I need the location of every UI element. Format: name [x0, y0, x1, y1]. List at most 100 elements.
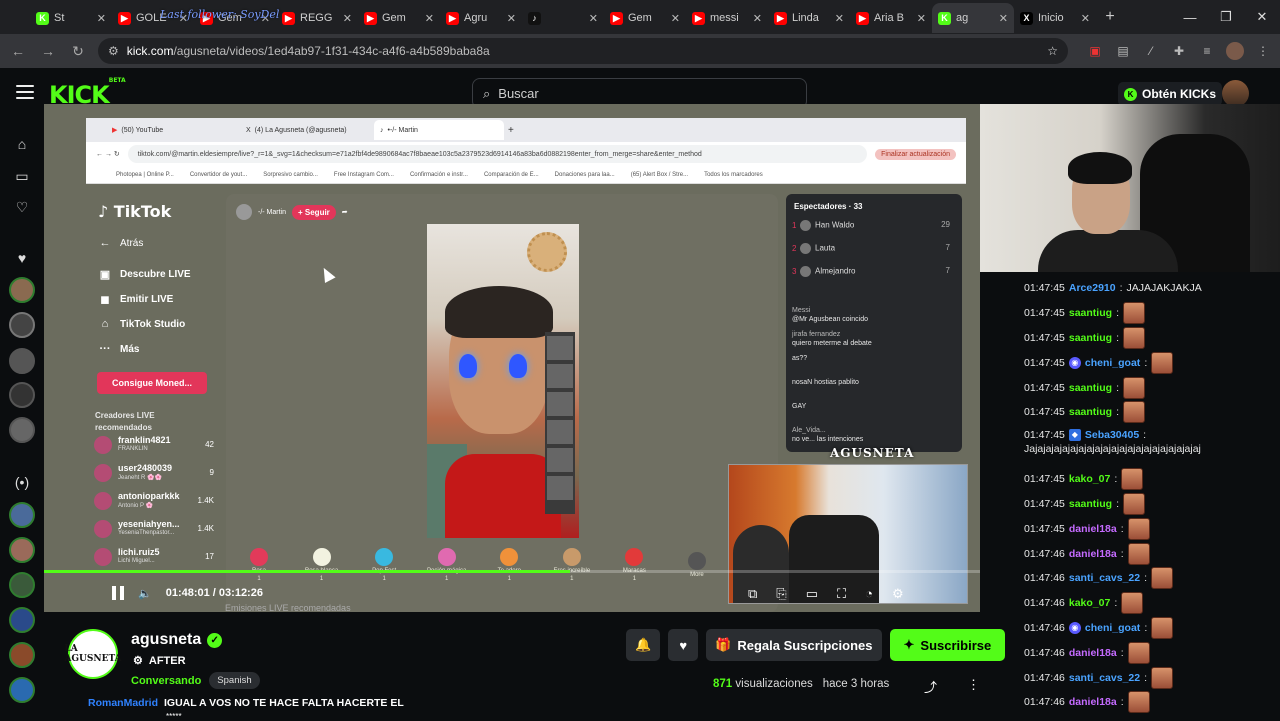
tab-close-icon[interactable]: ✕: [753, 12, 762, 25]
chat-username[interactable]: Seba30405: [1085, 428, 1139, 442]
video-progress-bar[interactable]: [44, 570, 980, 573]
recommended-channel-avatar[interactable]: [9, 537, 35, 563]
back-icon[interactable]: ←: [8, 43, 28, 59]
followed-channel-avatar[interactable]: [9, 312, 35, 338]
chat-username[interactable]: kako_07: [1069, 596, 1110, 610]
browser-tab[interactable]: X Inicio ✕: [1014, 3, 1096, 33]
followed-channel-avatar[interactable]: [9, 417, 35, 443]
close-window-icon[interactable]: ✕: [1244, 0, 1280, 34]
following-heart-icon[interactable]: ♡: [10, 195, 34, 219]
video-player[interactable]: ▶ (50) YouTube X (4) La Agusneta (@agusnet…: [44, 104, 980, 612]
browser-tab[interactable]: ▶ Linda ✕: [768, 3, 850, 33]
chat-username[interactable]: saantiug: [1069, 405, 1112, 419]
share-icon[interactable]: ⤴: [924, 677, 937, 696]
recommended-channel-avatar[interactable]: [9, 677, 35, 703]
address-bar[interactable]: ⚙ kick.com/agusneta/videos/1ed4ab97-1f31…: [98, 38, 1068, 64]
live-broadcast-icon: (•): [14, 474, 30, 490]
tab-close-icon[interactable]: ✕: [97, 12, 106, 25]
browser-tab[interactable]: ♪ ✕: [522, 3, 604, 33]
clip-icon[interactable]: ⎘: [776, 586, 786, 602]
browser-tab[interactable]: ▶ Gem ✕: [604, 3, 686, 33]
browser-tab[interactable]: ▶ messi ✕: [686, 3, 768, 33]
chat-username[interactable]: saantiug: [1069, 381, 1112, 395]
chat-emote: [1151, 616, 1174, 639]
chat-username[interactable]: kako_07: [1069, 472, 1110, 486]
chat-username[interactable]: saantiug: [1069, 497, 1112, 511]
category-link[interactable]: Conversando: [131, 675, 201, 687]
restore-icon[interactable]: ❐: [1208, 0, 1244, 34]
back-arrow-icon: ←: [99, 237, 111, 249]
browser-tab[interactable]: Kag ✕: [932, 3, 1014, 33]
chat-username[interactable]: santi_cavs_22: [1069, 571, 1140, 585]
theater-mode-icon[interactable]: ▭: [806, 586, 818, 602]
chat-username[interactable]: saantiug: [1069, 306, 1112, 320]
browser-tab[interactable]: ▶ REGG ✕: [276, 3, 358, 33]
chat-username[interactable]: daniel18a: [1069, 646, 1117, 660]
followed-channel-avatar[interactable]: [9, 348, 35, 374]
speed-icon[interactable]: ◔: [865, 586, 873, 602]
chat-username[interactable]: cheni_goat: [1085, 356, 1140, 370]
browser-tab[interactable]: ▶ Agru ✕: [440, 3, 522, 33]
user-avatar[interactable]: [1222, 80, 1249, 107]
media-control-icon[interactable]: ≡: [1198, 42, 1216, 60]
recommended-channel-avatar[interactable]: [9, 642, 35, 668]
creator-name: user2480039: [118, 463, 173, 473]
recommended-channel-avatar[interactable]: [9, 502, 35, 528]
tab-close-icon[interactable]: ✕: [507, 12, 516, 25]
follow-heart-button[interactable]: ♥: [668, 629, 699, 661]
forward-icon[interactable]: →: [38, 43, 58, 59]
reload-icon[interactable]: ↻: [68, 43, 88, 60]
tab-close-icon[interactable]: ✕: [671, 12, 680, 25]
channel-avatar[interactable]: LA AGUSNETA: [64, 629, 122, 679]
chat-username[interactable]: daniel18a: [1069, 522, 1117, 536]
recommended-channel-avatar[interactable]: [9, 607, 35, 633]
browser-tab[interactable]: ▶ Aria B ✕: [850, 3, 932, 33]
home-icon[interactable]: ⌂: [10, 132, 34, 156]
extension-icon[interactable]: ▤: [1114, 42, 1132, 60]
tab-close-icon[interactable]: ✕: [1081, 12, 1090, 25]
chat-username[interactable]: cheni_goat: [1085, 621, 1140, 635]
notification-bell-button[interactable]: 🔔: [626, 629, 661, 661]
chat-username[interactable]: Arce2910: [1069, 281, 1116, 295]
creator-viewers: 42: [205, 440, 214, 449]
minimize-icon[interactable]: —: [1172, 0, 1208, 34]
extension-icon[interactable]: ⁄: [1142, 42, 1160, 60]
chat-username[interactable]: daniel18a: [1069, 547, 1117, 561]
tab-label: Gem: [382, 12, 406, 24]
gift-subs-button[interactable]: 🎁 Regala Suscripciones: [706, 629, 882, 661]
get-kicks-button[interactable]: K Obtén KICKs: [1118, 82, 1223, 106]
tab-close-icon[interactable]: ✕: [917, 12, 926, 25]
stream-overlay-text: Last follower: SoyDel: [160, 8, 280, 21]
fullscreen-icon[interactable]: ⛶: [837, 586, 846, 602]
followed-channel-avatar[interactable]: [9, 382, 35, 408]
pause-button[interactable]: [112, 586, 124, 600]
browse-icon[interactable]: ▭: [10, 164, 34, 188]
profile-avatar[interactable]: [1226, 42, 1244, 60]
new-tab-button[interactable]: +: [1096, 8, 1124, 26]
followed-channel-avatar[interactable]: [9, 277, 35, 303]
tab-close-icon[interactable]: ✕: [589, 12, 598, 25]
chat-username[interactable]: santi_cavs_22: [1069, 671, 1140, 685]
site-info-icon[interactable]: ⚙: [108, 44, 119, 58]
browser-tab[interactable]: K St ✕: [30, 3, 112, 33]
recommended-channel-avatar[interactable]: [9, 572, 35, 598]
extension-icon[interactable]: ▣: [1086, 42, 1104, 60]
tab-close-icon[interactable]: ✕: [835, 12, 844, 25]
channel-name[interactable]: agusneta: [131, 631, 201, 649]
bookmark-star-icon[interactable]: ☆: [1047, 44, 1058, 58]
menu-icon[interactable]: [16, 85, 34, 99]
volume-icon[interactable]: 🔈: [138, 587, 152, 600]
tab-close-icon[interactable]: ✕: [343, 12, 352, 25]
subscribe-button[interactable]: ✦ Suscribirse: [889, 629, 1006, 661]
chat-username[interactable]: saantiug: [1069, 331, 1112, 345]
browser-tab[interactable]: ▶ Gem ✕: [358, 3, 440, 33]
language-tag[interactable]: Spanish: [209, 672, 260, 689]
tab-close-icon[interactable]: ✕: [999, 12, 1008, 25]
settings-gear-icon[interactable]: ⚙: [892, 586, 904, 602]
chat-username[interactable]: daniel18a: [1069, 695, 1117, 709]
tab-close-icon[interactable]: ✕: [425, 12, 434, 25]
more-options-icon[interactable]: ⋮: [967, 677, 980, 696]
pip-icon[interactable]: ⧉: [748, 586, 757, 602]
extensions-puzzle-icon[interactable]: ✚: [1170, 42, 1188, 60]
browser-menu-icon[interactable]: ⋮: [1254, 42, 1272, 60]
